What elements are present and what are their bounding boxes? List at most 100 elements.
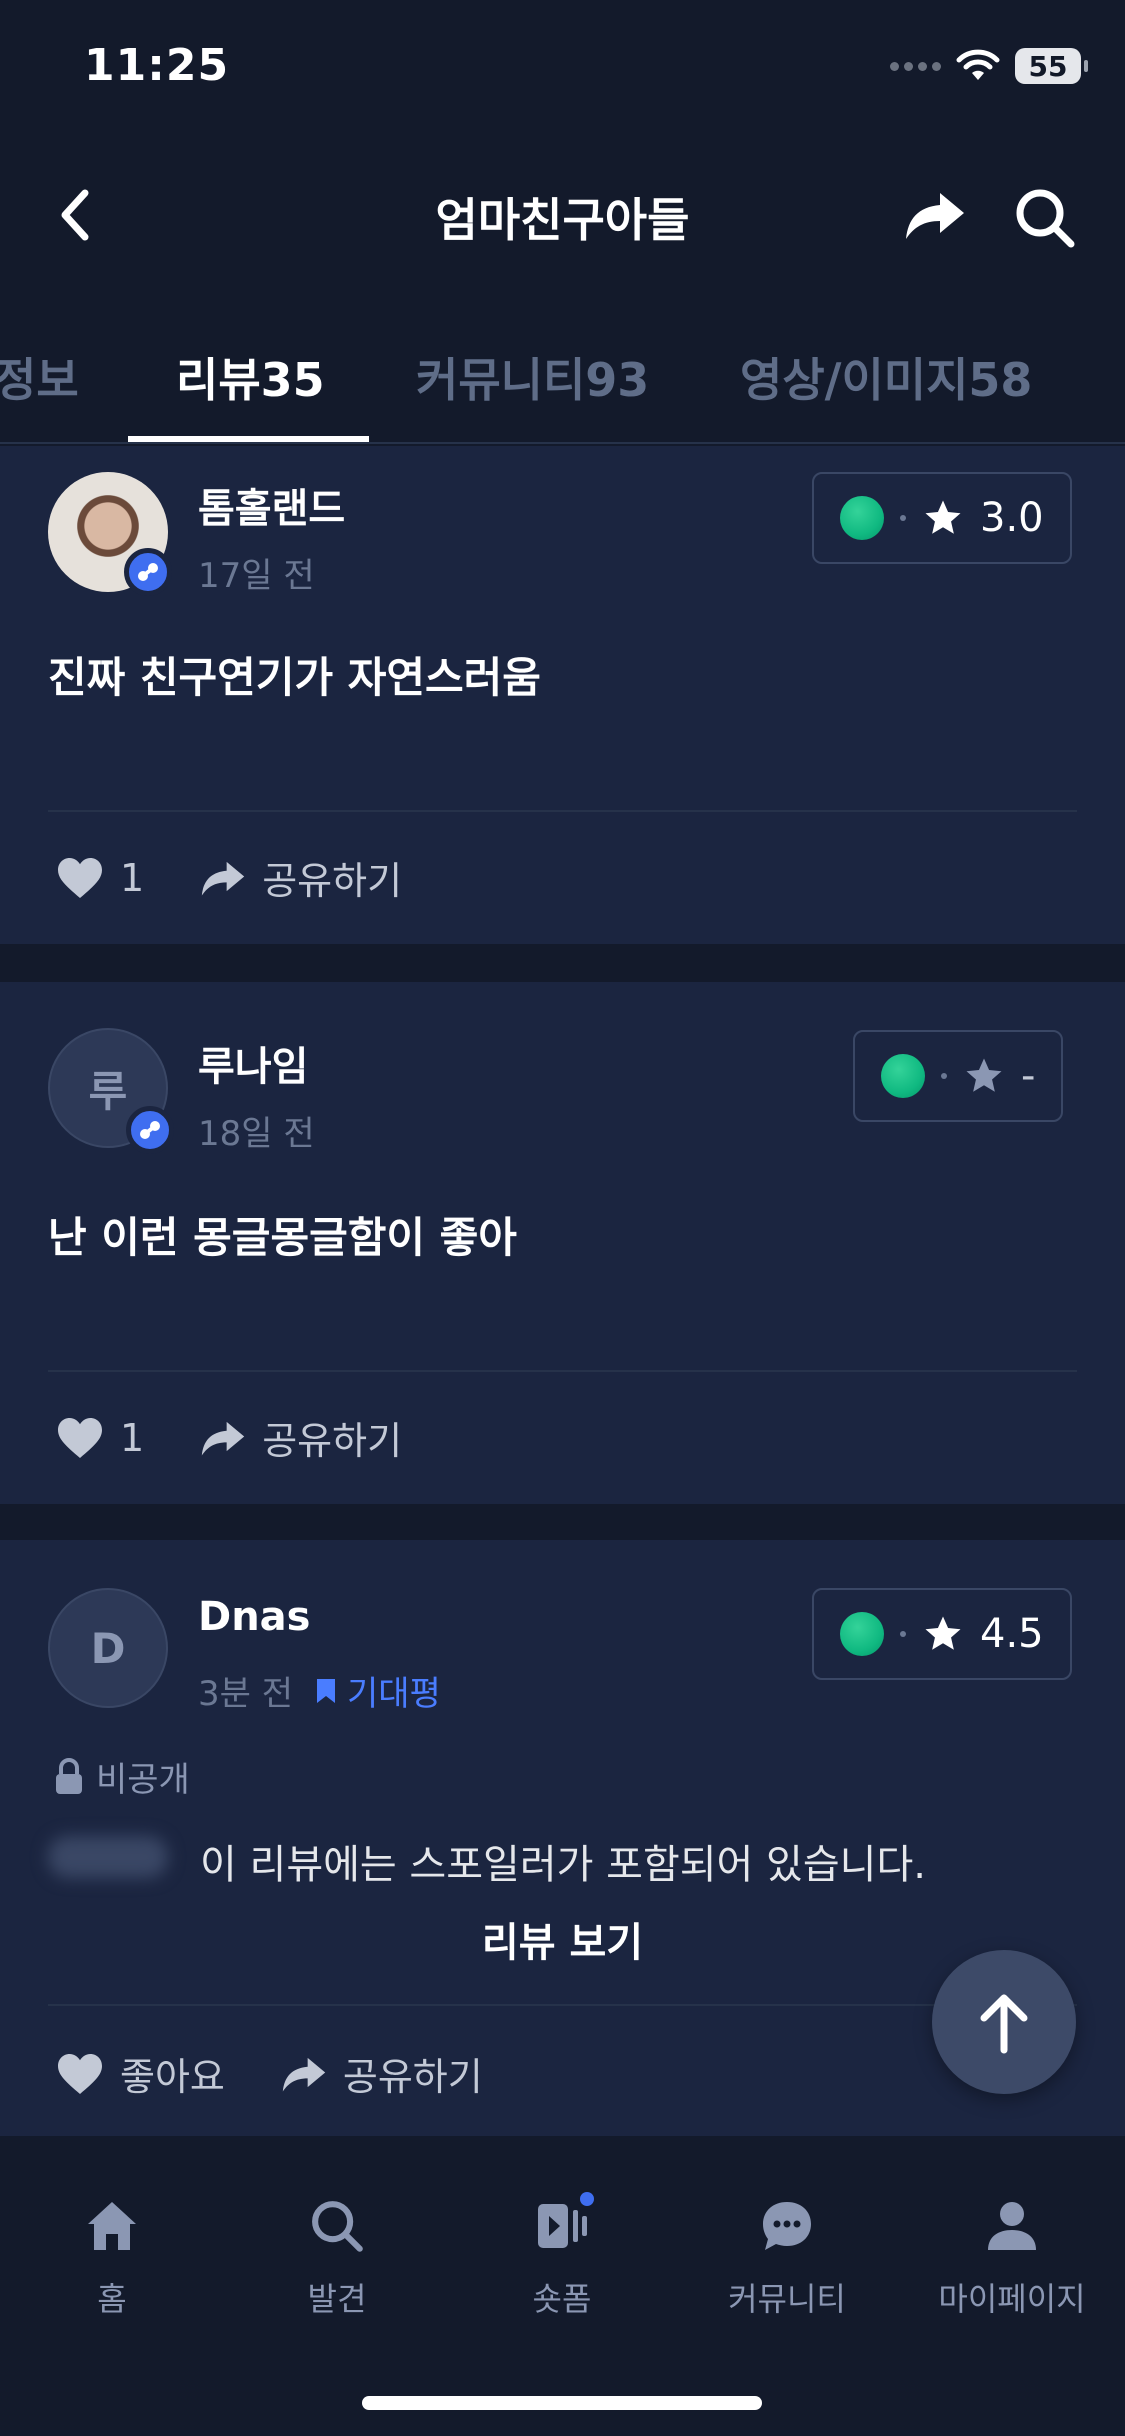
share-label: 공유하기 <box>262 1419 403 1463</box>
expectation-tag: 기대평 <box>315 1666 441 1715</box>
home-icon <box>88 2202 136 2250</box>
nav-label: 숏폼 <box>532 2280 592 2318</box>
review-text[interactable]: 진짜 친구연기가 자연스러움 <box>48 644 541 705</box>
review-username[interactable]: 톰홀랜드 <box>198 476 345 534</box>
like-button[interactable]: 1 <box>56 856 144 900</box>
new-indicator-dot <box>580 2192 594 2206</box>
like-button[interactable]: 좋아요 <box>56 2046 225 2101</box>
like-label: 좋아요 <box>120 2055 225 2099</box>
verified-badge-icon <box>124 548 172 596</box>
search-icon <box>1016 189 1075 248</box>
like-button[interactable]: 1 <box>56 1416 144 1460</box>
review-meta: 3분 전 기대평 <box>198 1666 441 1715</box>
private-indicator: 비공개 <box>54 1752 190 1801</box>
tab-info[interactable]: 정보 <box>0 344 79 410</box>
like-count: 1 <box>120 1415 145 1460</box>
review-time: 18일 전 <box>198 1114 315 1154</box>
divider <box>48 1370 1077 1372</box>
rating-badge: - <box>853 1030 1064 1122</box>
active-tab-indicator <box>128 436 369 442</box>
review-actions: 좋아요 공유하기 <box>56 2046 539 2101</box>
separator-dot <box>900 1631 906 1637</box>
share-arrow-icon <box>201 861 245 896</box>
shortform-icon <box>538 2204 587 2248</box>
tab-bar: 정보 리뷰35 커뮤니티93 영상/이미지58 <box>0 290 1125 444</box>
expectation-tag-label: 기대평 <box>347 1674 441 1714</box>
share-review-button[interactable]: 공유하기 <box>200 1410 402 1465</box>
nav-label: 홈 <box>97 2280 127 2318</box>
search-icon <box>312 2201 363 2252</box>
review-card[interactable]: 루 루나임 18일 전 - 난 이런 몽글몽글함이 좋아 1 공유하기 <box>0 982 1125 1504</box>
scroll-to-top-button[interactable] <box>932 1950 1076 2094</box>
review-time: 17일 전 <box>198 556 315 596</box>
rating-value: 4.5 <box>980 1611 1044 1657</box>
review-actions: 1 공유하기 <box>56 1410 458 1465</box>
review-meta: 17일 전 <box>198 548 315 597</box>
share-button[interactable] <box>895 180 975 250</box>
like-count: 1 <box>120 855 145 900</box>
status-icons: 55 <box>890 48 1088 84</box>
heart-icon <box>58 1417 102 1458</box>
spoiler-warning: 이 리뷰에는 스포일러가 포함되어 있습니다. <box>200 1842 926 1888</box>
avatar-initial: D <box>90 1623 126 1673</box>
share-arrow-icon <box>906 193 964 239</box>
battery-indicator: 55 <box>1015 48 1088 84</box>
avatar[interactable] <box>48 472 172 596</box>
review-text[interactable]: 난 이런 몽글몽글함이 좋아 <box>48 1204 517 1265</box>
rating-badge: 4.5 <box>812 1588 1072 1680</box>
separator-dot <box>900 515 906 521</box>
share-arrow-icon <box>282 2057 326 2092</box>
private-label: 비공개 <box>96 1760 190 1800</box>
rating-status-icon <box>840 1612 884 1656</box>
arrow-up-icon <box>980 1994 1028 2054</box>
nav-mypage[interactable]: 마이페이지 <box>912 2198 1112 2320</box>
rating-status-icon <box>840 496 884 540</box>
rating-status-icon <box>881 1054 925 1098</box>
share-review-button[interactable]: 공유하기 <box>200 850 402 905</box>
nav-label: 마이페이지 <box>938 2280 1086 2318</box>
nav-discover[interactable]: 발견 <box>237 2198 437 2320</box>
share-arrow-icon <box>201 1421 245 1456</box>
bookmark-icon <box>317 1678 335 1703</box>
nav-shortform[interactable]: 숏폼 <box>462 2192 662 2320</box>
avatar[interactable]: D <box>48 1588 168 1708</box>
share-label: 공유하기 <box>342 2055 483 2099</box>
share-label: 공유하기 <box>262 859 403 903</box>
nav-label: 발견 <box>307 2280 367 2318</box>
nav-community[interactable]: 커뮤니티 <box>687 2198 887 2320</box>
cellular-signal-icon <box>890 61 941 71</box>
home-indicator <box>362 2396 762 2410</box>
status-time: 11:25 <box>84 40 230 91</box>
chat-icon <box>763 2202 811 2250</box>
share-review-button[interactable]: 공유하기 <box>281 2046 483 2101</box>
star-icon <box>925 1616 961 1650</box>
blurred-content <box>48 1836 168 1878</box>
lock-icon <box>56 1757 82 1794</box>
rating-value: - <box>1021 1053 1036 1099</box>
wifi-icon <box>956 49 1000 80</box>
rating-value: 3.0 <box>980 495 1044 541</box>
verified-badge-icon <box>126 1106 174 1154</box>
star-icon <box>925 500 961 534</box>
heart-icon <box>58 857 102 898</box>
tab-reviews[interactable]: 리뷰35 <box>176 344 325 410</box>
rating-badge: 3.0 <box>812 472 1072 564</box>
view-review-button[interactable]: 리뷰 보기 <box>0 1910 1125 1968</box>
search-button[interactable] <box>1005 178 1085 258</box>
review-card[interactable]: 톰홀랜드 17일 전 3.0 진짜 친구연기가 자연스러움 1 공유하기 <box>0 446 1125 944</box>
review-username[interactable]: 루나임 <box>198 1034 308 1092</box>
divider <box>48 2004 1077 2006</box>
avatar[interactable]: 루 <box>48 1028 174 1154</box>
review-meta: 18일 전 <box>198 1106 315 1155</box>
status-bar: 11:25 55 <box>0 0 1125 140</box>
heart-icon <box>58 2053 102 2094</box>
tab-community[interactable]: 커뮤니티93 <box>416 344 649 410</box>
review-username[interactable]: Dnas <box>198 1594 310 1640</box>
divider <box>48 810 1077 812</box>
star-icon <box>966 1058 1002 1092</box>
person-icon <box>988 2202 1036 2250</box>
nav-label: 커뮤니티 <box>728 2280 846 2318</box>
nav-home[interactable]: 홈 <box>12 2198 212 2320</box>
tab-media[interactable]: 영상/이미지58 <box>740 344 1032 410</box>
separator-dot <box>941 1073 947 1079</box>
